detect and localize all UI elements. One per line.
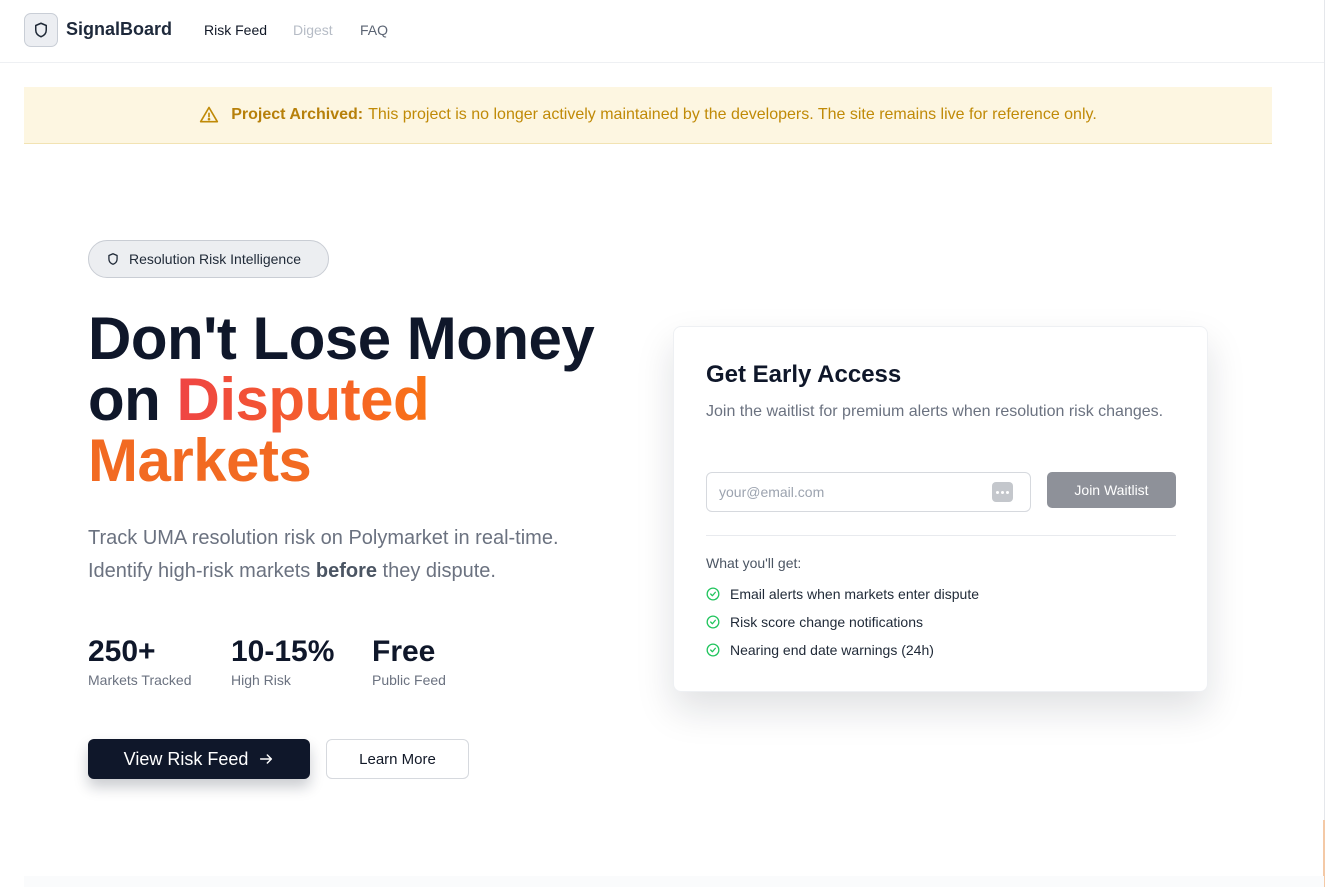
banner-title: Project Archived: xyxy=(231,106,364,123)
stat-public-feed: Free Public Feed xyxy=(372,634,446,688)
benefit-item: Risk score change notifications xyxy=(706,614,923,630)
next-section-edge xyxy=(24,876,1324,887)
stat-label: Public Feed xyxy=(372,672,446,688)
card-title: Get Early Access xyxy=(706,361,902,388)
nav-digest[interactable]: Digest xyxy=(293,22,333,38)
learn-more-button[interactable]: Learn More xyxy=(326,739,469,779)
brand-name[interactable]: SignalBoard xyxy=(66,19,172,40)
hero-subtitle: Track UMA resolution risk on Polymarket … xyxy=(88,522,648,588)
top-nav: SignalBoard Risk Feed Digest FAQ xyxy=(0,0,1325,63)
benefit-label: Risk score change notifications xyxy=(730,614,923,630)
headline-highlight-markets: Markets xyxy=(88,427,312,494)
check-circle-icon xyxy=(706,615,720,629)
subtitle-line-2: Identify high-risk markets xyxy=(88,560,311,582)
benefit-label: Nearing end date warnings (24h) xyxy=(730,642,934,658)
card-description: Join the waitlist for premium alerts whe… xyxy=(706,403,1164,420)
subtitle-line-1: Track UMA resolution risk on Polymarket … xyxy=(88,527,559,549)
early-access-card: Get Early Access Join the waitlist for p… xyxy=(673,326,1208,692)
email-input[interactable] xyxy=(706,472,1031,512)
hero-headline: Don't Lose Money on Disputed Markets xyxy=(88,308,658,491)
warning-icon xyxy=(200,106,219,123)
stat-value: Free xyxy=(372,635,436,668)
stat-label: Markets Tracked xyxy=(88,672,192,688)
stat-markets-tracked: 250+ Markets Tracked xyxy=(88,634,191,688)
benefit-label: Email alerts when markets enter dispute xyxy=(730,586,979,602)
join-waitlist-button[interactable]: Join Waitlist xyxy=(1047,472,1176,508)
stat-label: High Risk xyxy=(231,672,291,688)
benefits-title: What you'll get: xyxy=(706,555,802,571)
stat-value: 250+ xyxy=(88,635,156,668)
arrow-right-icon xyxy=(260,754,273,764)
view-risk-feed-label: View Risk Feed xyxy=(123,748,249,769)
shield-icon xyxy=(108,253,118,265)
view-risk-feed-button[interactable]: View Risk Feed xyxy=(88,739,310,779)
stat-value: 10-15% xyxy=(231,635,335,668)
category-pill: Resolution Risk Intelligence xyxy=(88,240,329,278)
stat-high-risk: 10-15% High Risk xyxy=(231,634,334,688)
check-circle-icon xyxy=(706,587,720,601)
benefit-item: Nearing end date warnings (24h) xyxy=(706,642,934,658)
headline-highlight-disputed: Disputed xyxy=(176,366,430,433)
benefit-item: Email alerts when markets enter dispute xyxy=(706,586,979,602)
password-manager-icon[interactable] xyxy=(992,482,1013,502)
shield-logo-icon[interactable] xyxy=(24,13,58,47)
subtitle-line-2-end: they dispute. xyxy=(382,560,496,582)
headline-on: on xyxy=(88,366,161,433)
divider xyxy=(706,535,1176,536)
pill-label: Resolution Risk Intelligence xyxy=(129,251,301,267)
banner-message: This project is no longer actively maint… xyxy=(368,106,1097,123)
nav-faq[interactable]: FAQ xyxy=(360,22,388,38)
archived-banner: Project Archived: This project is no lon… xyxy=(24,87,1272,144)
nav-risk-feed[interactable]: Risk Feed xyxy=(204,22,267,38)
check-circle-icon xyxy=(706,643,720,657)
headline-line-1: Don't Lose Money xyxy=(88,305,595,372)
subtitle-emphasis: before xyxy=(315,560,377,582)
